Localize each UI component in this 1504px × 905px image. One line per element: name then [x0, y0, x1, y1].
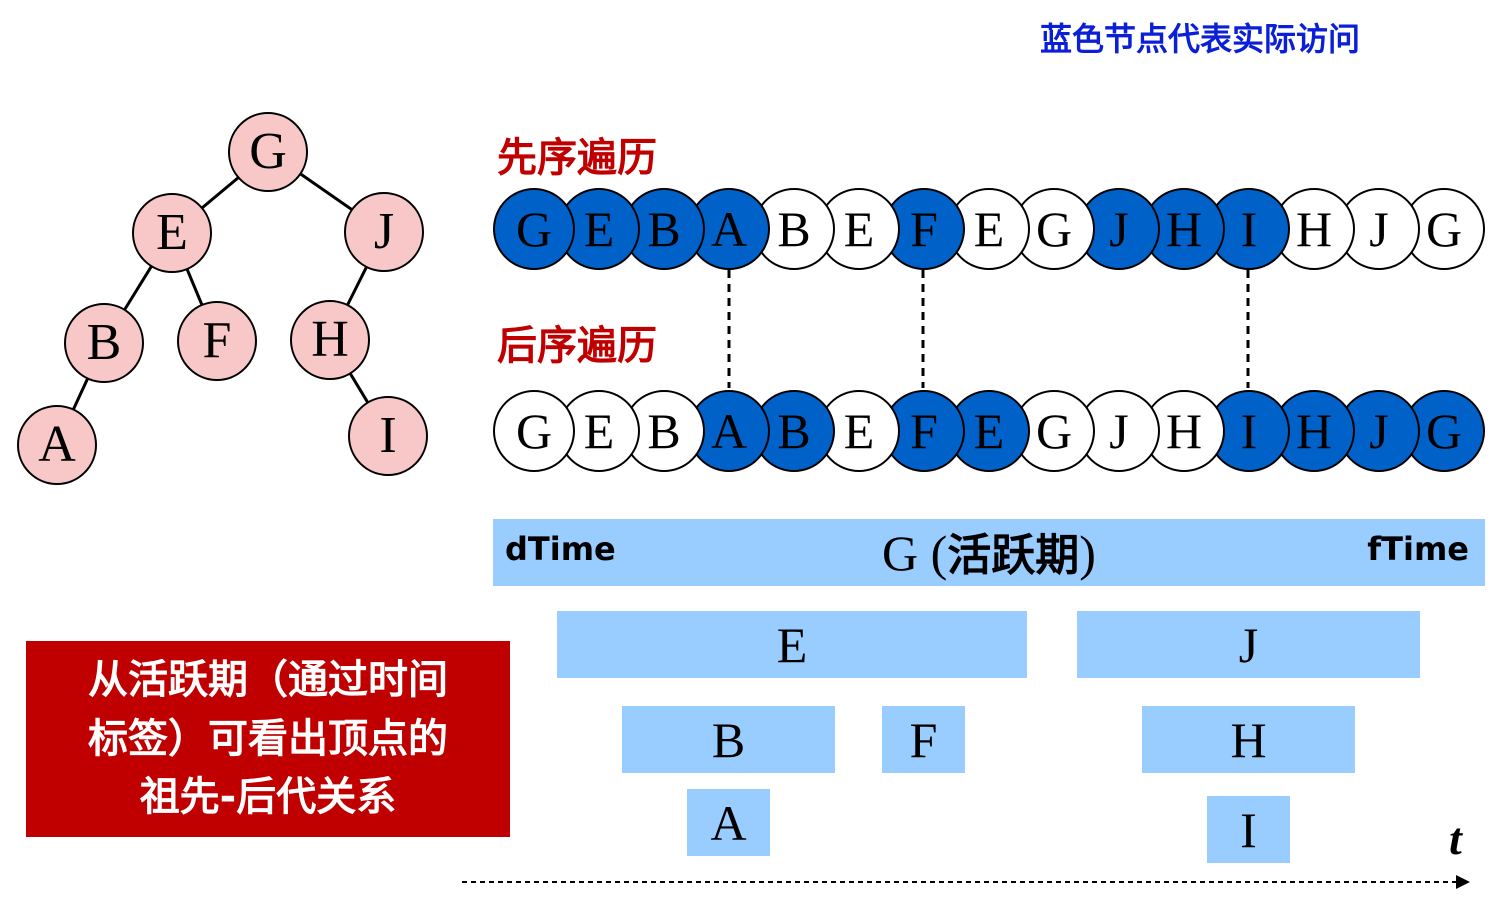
active-period-i: I	[1207, 796, 1290, 863]
active-period-b: B	[622, 706, 835, 773]
postorder-sequence: GEBABEFEGJHIHJG	[493, 390, 1487, 472]
dtime-label: dTime	[505, 530, 616, 568]
active-period-e: E	[557, 611, 1027, 678]
active-period-f: F	[882, 706, 965, 773]
active-period-g: dTime G (活跃期) fTime	[493, 519, 1485, 586]
active-period-h: H	[1142, 706, 1355, 773]
callout-box: 从活跃期（通过时间 标签）可看出顶点的 祖先-后代关系	[26, 641, 510, 837]
callout-text: 从活跃期（通过时间 标签）可看出顶点的 祖先-后代关系	[88, 651, 448, 827]
active-period-a: A	[687, 789, 770, 856]
g-period-suffix: )	[1079, 524, 1096, 581]
g-period-label: G (活跃期)	[882, 528, 1096, 578]
callout-line-1: 从活跃期（通过时间	[88, 656, 448, 703]
time-axis-arrow	[1456, 875, 1470, 889]
ftime-label: fTime	[1367, 530, 1469, 568]
g-period-prefix: G (	[882, 524, 948, 581]
callout-line-2: 标签）可看出顶点的	[88, 715, 448, 762]
postorder-title: 后序遍历	[497, 323, 657, 369]
callout-line-3: 祖先-后代关系	[139, 774, 397, 821]
g-period-bold: 活跃期	[947, 529, 1080, 581]
preorder-sequence: GEBABEFEGJHIHJG	[493, 188, 1487, 270]
postorder-node: G	[493, 390, 575, 472]
preorder-node: G	[493, 188, 575, 270]
active-period-j: J	[1077, 611, 1420, 678]
time-axis-label: t	[1449, 813, 1462, 864]
